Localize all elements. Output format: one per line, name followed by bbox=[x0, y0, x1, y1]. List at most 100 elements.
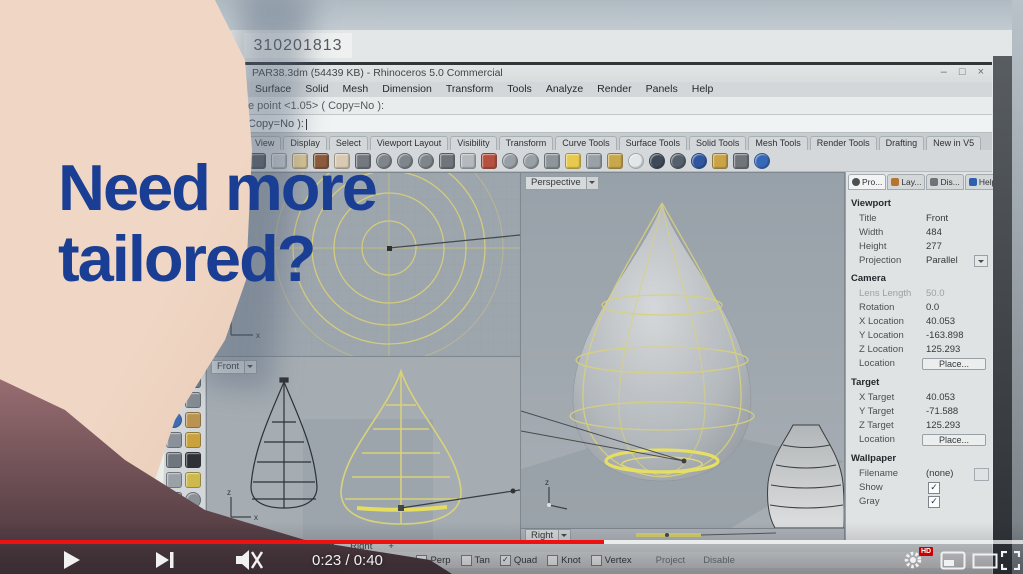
theater-mode-icon[interactable] bbox=[972, 553, 998, 569]
properties-panel: Pro... Lay... Dis... Help View bbox=[845, 172, 992, 574]
section-target: Target bbox=[851, 377, 879, 388]
prop-xtgt-value[interactable]: 40.053 bbox=[926, 392, 955, 403]
toolbar-tab-surface-tools[interactable]: Surface Tools bbox=[619, 136, 687, 150]
prop-xloc-label: X Location bbox=[859, 316, 904, 327]
miniplayer-icon[interactable] bbox=[940, 551, 966, 570]
sphere-shaded-icon[interactable] bbox=[670, 153, 686, 169]
split-icon[interactable] bbox=[166, 472, 182, 488]
zoom-window-icon[interactable] bbox=[397, 153, 413, 169]
material-icon[interactable] bbox=[712, 153, 728, 169]
menu-item-render[interactable]: Render bbox=[597, 83, 631, 95]
tab-layers[interactable]: Lay... bbox=[887, 174, 925, 190]
shell-icon[interactable] bbox=[607, 153, 623, 169]
tab-display[interactable]: Dis... bbox=[926, 174, 963, 190]
help-globe-icon[interactable] bbox=[754, 153, 770, 169]
gray-checkbox[interactable]: ✓ bbox=[928, 496, 940, 508]
caption-overlay: Need more tailored? bbox=[58, 152, 376, 294]
place-camera-button[interactable]: Place... bbox=[922, 358, 986, 370]
fullscreen-icon[interactable] bbox=[1001, 551, 1020, 570]
toolbar-tab-select[interactable]: Select bbox=[329, 136, 368, 150]
toolbar-tab-mesh-tools[interactable]: Mesh Tools bbox=[748, 136, 807, 150]
display-icon bbox=[930, 178, 938, 186]
close-icon[interactable]: × bbox=[978, 66, 984, 78]
prop-height-value[interactable]: 277 bbox=[926, 241, 942, 252]
rotate-icon[interactable] bbox=[523, 153, 539, 169]
section-camera: Camera bbox=[851, 273, 886, 284]
time-display: 0:23 / 0:40 bbox=[312, 552, 383, 569]
menu-item-mesh[interactable]: Mesh bbox=[343, 83, 369, 95]
menu-item-dimension[interactable]: Dimension bbox=[382, 83, 432, 95]
prop-zloc-value[interactable]: 125.293 bbox=[926, 344, 960, 355]
perspective-viewport-label[interactable]: Perspective bbox=[525, 176, 599, 190]
prop-title-label: Title bbox=[859, 213, 877, 224]
prop-lens-label: Lens Length bbox=[859, 288, 911, 299]
next-icon[interactable] bbox=[154, 550, 176, 570]
browse-file-button[interactable] bbox=[974, 468, 989, 481]
back-view-icon[interactable] bbox=[481, 153, 497, 169]
toolbar-tab-visibility[interactable]: Visibility bbox=[450, 136, 496, 150]
chevron-down-icon bbox=[587, 176, 599, 190]
toolbar-tab-solid-tools[interactable]: Solid Tools bbox=[689, 136, 746, 150]
progress-fill bbox=[0, 540, 604, 544]
rotate-view-icon[interactable] bbox=[502, 153, 518, 169]
tab-properties[interactable]: Pro... bbox=[848, 174, 886, 190]
prop-width-value[interactable]: 484 bbox=[926, 227, 942, 238]
show-checkbox[interactable]: ✓ bbox=[928, 482, 940, 494]
prop-title-value[interactable]: Front bbox=[926, 213, 948, 224]
sphere-light-icon[interactable] bbox=[628, 153, 644, 169]
minimize-icon[interactable]: – bbox=[941, 66, 947, 78]
menu-item-transform[interactable]: Transform bbox=[446, 83, 493, 95]
curve-tool-icon[interactable] bbox=[185, 412, 201, 428]
set-view-icon[interactable] bbox=[544, 153, 560, 169]
menu-item-solid[interactable]: Solid bbox=[305, 83, 328, 95]
help-icon bbox=[969, 178, 977, 186]
place-target-button[interactable]: Place... bbox=[922, 434, 986, 446]
toolbar-tab-render-tools[interactable]: Render Tools bbox=[810, 136, 877, 150]
prop-filename-label: Filename bbox=[859, 468, 898, 479]
layers-icon bbox=[891, 178, 899, 186]
teardrop-body bbox=[573, 203, 751, 481]
sphere-render-icon[interactable] bbox=[691, 153, 707, 169]
toolbar-tab-transform[interactable]: Transform bbox=[499, 136, 554, 150]
viewport-layout-icon[interactable] bbox=[460, 153, 476, 169]
prop-ytgt-value[interactable]: -71.588 bbox=[926, 406, 958, 417]
lock-icon[interactable] bbox=[586, 153, 602, 169]
zoom-selected-icon[interactable] bbox=[418, 153, 434, 169]
hourglass-icon[interactable] bbox=[185, 432, 201, 448]
prop-width-label: Width bbox=[859, 227, 883, 238]
zoom-icon[interactable] bbox=[376, 153, 392, 169]
prop-filename-value[interactable]: (none) bbox=[926, 468, 953, 479]
progress-bar[interactable] bbox=[0, 540, 1023, 544]
viewport-perspective[interactable]: Perspective bbox=[520, 172, 845, 529]
prop-location-label: Location bbox=[859, 358, 895, 369]
maximize-icon[interactable]: □ bbox=[959, 66, 966, 78]
lamp-icon[interactable] bbox=[565, 153, 581, 169]
toolbar-tab-drafting[interactable]: Drafting bbox=[879, 136, 925, 150]
trim-icon[interactable] bbox=[166, 452, 182, 468]
prop-projection-value[interactable]: Parallel bbox=[926, 255, 958, 266]
prop-ztgt-value[interactable]: 125.293 bbox=[926, 420, 960, 431]
toolbar-tab-new-in-v5[interactable]: New in V5 bbox=[926, 136, 981, 150]
projection-dropdown[interactable] bbox=[974, 255, 988, 267]
sphere-dark-icon[interactable] bbox=[649, 153, 665, 169]
toolbar-tab-curve-tools[interactable]: Curve Tools bbox=[555, 136, 616, 150]
prop-rotation-value[interactable]: 0.0 bbox=[926, 302, 939, 313]
link-icon[interactable] bbox=[733, 153, 749, 169]
prop-ztgt-label: Z Target bbox=[859, 420, 894, 431]
prop-xloc-value[interactable]: 40.053 bbox=[926, 316, 955, 327]
check-icon[interactable] bbox=[185, 452, 201, 468]
prop-xtgt-label: X Target bbox=[859, 392, 894, 403]
play-icon[interactable] bbox=[60, 549, 82, 571]
prop-lens-value: 50.0 bbox=[926, 288, 945, 299]
prop-yloc-value[interactable]: -163.898 bbox=[926, 330, 964, 341]
menu-item-panels[interactable]: Panels bbox=[646, 83, 678, 95]
video-frame: 310201813 PAR38.3dm (54439 KB) - Rhinoce… bbox=[0, 0, 1023, 574]
funnel-icon[interactable] bbox=[185, 472, 201, 488]
menu-item-analyze[interactable]: Analyze bbox=[546, 83, 583, 95]
toolbar-tab-viewport-layout[interactable]: Viewport Layout bbox=[370, 136, 448, 150]
menu-item-tools[interactable]: Tools bbox=[507, 83, 532, 95]
zoom-extents-icon[interactable] bbox=[439, 153, 455, 169]
mute-icon[interactable] bbox=[234, 548, 264, 572]
menu-item-help[interactable]: Help bbox=[692, 83, 714, 95]
par38-bulb bbox=[768, 425, 844, 528]
